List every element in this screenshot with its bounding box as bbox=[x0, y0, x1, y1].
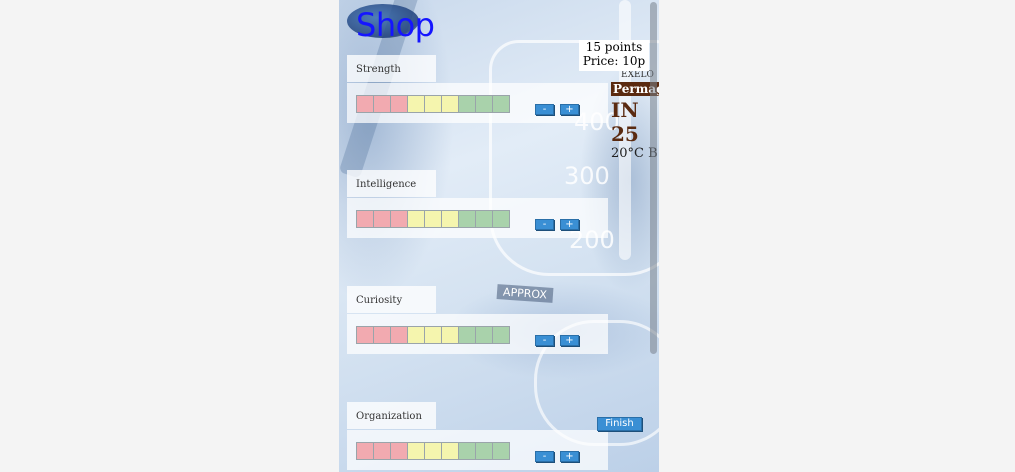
scrollbar[interactable] bbox=[650, 2, 657, 354]
stat-bar-cell bbox=[458, 326, 476, 344]
page-title: Shop bbox=[356, 6, 435, 44]
stat-bar-cell bbox=[458, 442, 476, 460]
stat-bar-cell bbox=[424, 442, 442, 460]
stat-bar-cell bbox=[356, 210, 374, 228]
stat-bar-cell bbox=[373, 95, 391, 113]
stat-bar-cell bbox=[373, 442, 391, 460]
stat-bar-cell bbox=[373, 326, 391, 344]
stat-bar-cell bbox=[492, 326, 510, 344]
stat-bar-curiosity bbox=[356, 326, 510, 344]
stat-bar-intelligence bbox=[356, 210, 510, 228]
stat-label-intelligence: Intelligence bbox=[347, 170, 436, 197]
stat-bar-cell bbox=[424, 326, 442, 344]
intelligence-decrease-button[interactable]: - bbox=[535, 219, 554, 230]
stat-bar-cell bbox=[441, 210, 459, 228]
organization-increase-button[interactable]: + bbox=[560, 451, 579, 462]
stat-bar-cell bbox=[356, 442, 374, 460]
stat-bar-cell bbox=[407, 326, 425, 344]
stat-label-strength: Strength bbox=[347, 55, 436, 82]
points-info: 15 points Price: 10p bbox=[579, 40, 649, 71]
test-tube-decoration bbox=[619, 0, 631, 260]
intelligence-increase-button[interactable]: + bbox=[560, 219, 579, 230]
stat-bar-cell bbox=[475, 210, 493, 228]
strength-increase-button[interactable]: + bbox=[560, 104, 579, 115]
stat-bar-cell bbox=[492, 442, 510, 460]
stat-bar-cell bbox=[424, 210, 442, 228]
shop-panel: 400 300 200 APPROX EXELO Permag IN 25 20… bbox=[339, 0, 659, 472]
beaker-decoration bbox=[489, 40, 659, 276]
stat-bar-cell bbox=[475, 442, 493, 460]
stat-bar-cell bbox=[441, 95, 459, 113]
stat-bar-cell bbox=[407, 210, 425, 228]
curiosity-decrease-button[interactable]: - bbox=[535, 335, 554, 346]
price-label: Price: 10p bbox=[582, 54, 646, 68]
stat-bar-cell bbox=[441, 442, 459, 460]
stat-row-intelligence: - + bbox=[347, 198, 608, 238]
stat-bar-cell bbox=[407, 442, 425, 460]
stat-label-organization: Organization bbox=[347, 402, 436, 429]
points-count: 15 points bbox=[585, 40, 643, 54]
stat-bar-cell bbox=[390, 210, 408, 228]
stat-bar-cell bbox=[458, 95, 476, 113]
stat-bar-cell bbox=[390, 326, 408, 344]
stat-bar-cell bbox=[475, 326, 493, 344]
finish-button[interactable]: Finish bbox=[597, 417, 642, 431]
stat-bar-cell bbox=[475, 95, 493, 113]
beaker-approx-label: APPROX bbox=[496, 284, 554, 303]
stat-bar-cell bbox=[492, 95, 510, 113]
curiosity-increase-button[interactable]: + bbox=[560, 335, 579, 346]
stat-bar-cell bbox=[373, 210, 391, 228]
beaker-graduation-300: 300 bbox=[564, 162, 610, 190]
stat-bar-cell bbox=[390, 442, 408, 460]
stat-row-organization: - + bbox=[347, 430, 608, 470]
stat-bar-cell bbox=[458, 210, 476, 228]
stat-bar-cell bbox=[492, 210, 510, 228]
stat-bar-cell bbox=[424, 95, 442, 113]
stat-bar-cell bbox=[441, 326, 459, 344]
stat-bar-organization bbox=[356, 442, 510, 460]
stat-bar-cell bbox=[390, 95, 408, 113]
stat-row-strength: - + bbox=[347, 83, 608, 123]
stat-row-curiosity: - + bbox=[347, 314, 608, 354]
organization-decrease-button[interactable]: - bbox=[535, 451, 554, 462]
stat-bar-strength bbox=[356, 95, 510, 113]
stat-label-curiosity: Curiosity bbox=[347, 286, 436, 313]
stat-bar-cell bbox=[356, 95, 374, 113]
stat-bar-cell bbox=[356, 326, 374, 344]
stat-bar-cell bbox=[407, 95, 425, 113]
strength-decrease-button[interactable]: - bbox=[535, 104, 554, 115]
